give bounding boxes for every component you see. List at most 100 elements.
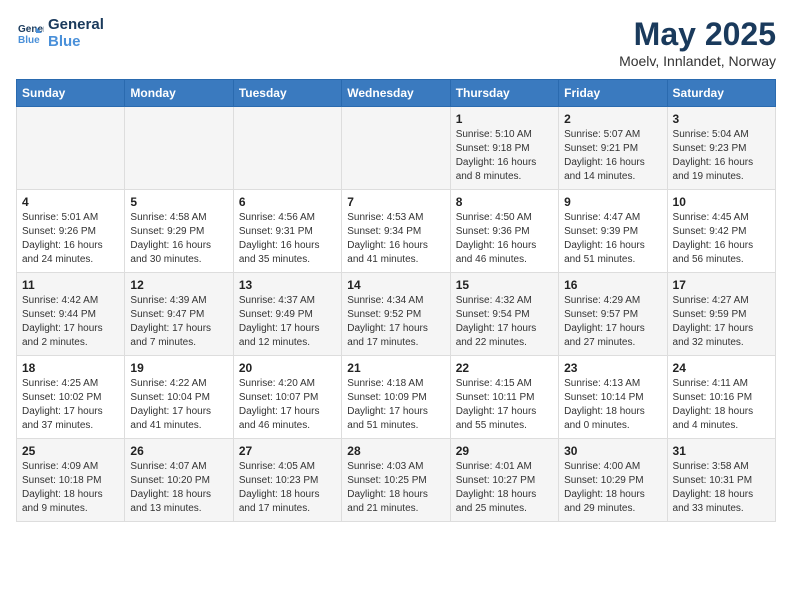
- day-number: 6: [239, 195, 336, 209]
- calendar-cell: [233, 107, 341, 190]
- calendar-cell: 1 Sunrise: 5:10 AM Sunset: 9:18 PM Daylig…: [450, 107, 558, 190]
- logo-blue: Blue: [48, 33, 104, 50]
- day-content: Sunrise: 4:13 AM Sunset: 10:14 PM Daylig…: [564, 377, 661, 433]
- weekday-header: Tuesday: [233, 80, 341, 107]
- calendar-cell: 27Sunrise: 4:05 AM Sunset: 10:23 PM Dayl…: [233, 439, 341, 522]
- calendar-week-row: 25 Sunrise: 4:09 AM Sunset: 10:18 PM Dayl…: [17, 439, 776, 522]
- svg-text:General: General: [18, 24, 44, 35]
- day-number: 10: [673, 195, 770, 209]
- day-content: Sunrise: 4:15 AM Sunset: 10:11 PM Daylig…: [456, 377, 553, 433]
- calendar-cell: 15 Sunrise: 4:32 AM Sunset: 9:54 PM Dayli…: [450, 273, 558, 356]
- calendar-cell: 21 Sunrise: 4:18 AM Sunset: 10:09 PM Dayl…: [342, 356, 450, 439]
- day-number: 21: [347, 361, 444, 375]
- day-number: 30: [564, 444, 661, 458]
- day-content: Sunrise: 4:01 AM Sunset: 10:27 PM Daylig…: [456, 460, 553, 516]
- day-content: Sunrise: 4:32 AM Sunset: 9:54 PM Dayligh…: [456, 294, 553, 350]
- day-content: Sunrise: 4:20 AM Sunset: 10:07 PM Daylig…: [239, 377, 336, 433]
- calendar-cell: [342, 107, 450, 190]
- calendar-cell: 9 Sunrise: 4:47 AM Sunset: 9:39 PM Daylig…: [559, 190, 667, 273]
- weekday-header: Wednesday: [342, 80, 450, 107]
- day-content: Sunrise: 3:58 AM Sunset: 10:31 PM Daylig…: [673, 460, 770, 516]
- calendar-week-row: 4Sunrise: 5:01 AM Sunset: 9:26 PM Daylig…: [17, 190, 776, 273]
- calendar-cell: 4Sunrise: 5:01 AM Sunset: 9:26 PM Daylig…: [17, 190, 125, 273]
- day-number: 7: [347, 195, 444, 209]
- calendar-cell: 16 Sunrise: 4:29 AM Sunset: 9:57 PM Dayli…: [559, 273, 667, 356]
- day-number: 27: [239, 444, 336, 458]
- day-content: Sunrise: 4:47 AM Sunset: 9:39 PM Dayligh…: [564, 211, 661, 267]
- day-content: Sunrise: 4:42 AM Sunset: 9:44 PM Dayligh…: [22, 294, 119, 350]
- calendar-cell: 10 Sunrise: 4:45 AM Sunset: 9:42 PM Dayli…: [667, 190, 775, 273]
- day-number: 28: [347, 444, 444, 458]
- location-subtitle: Moelv, Innlandet, Norway: [619, 53, 776, 69]
- day-number: 9: [564, 195, 661, 209]
- day-number: 2: [564, 112, 661, 126]
- calendar-week-row: 11 Sunrise: 4:42 AM Sunset: 9:44 PM Dayli…: [17, 273, 776, 356]
- page-header: General Blue General Blue May 2025 Moelv…: [16, 16, 776, 69]
- day-content: Sunrise: 4:11 AM Sunset: 10:16 PM Daylig…: [673, 377, 770, 433]
- day-number: 26: [130, 444, 227, 458]
- calendar-cell: 26 Sunrise: 4:07 AM Sunset: 10:20 PM Dayl…: [125, 439, 233, 522]
- day-content: Sunrise: 5:07 AM Sunset: 9:21 PM Dayligh…: [564, 128, 661, 184]
- day-number: 12: [130, 278, 227, 292]
- day-number: 24: [673, 361, 770, 375]
- title-block: May 2025 Moelv, Innlandet, Norway: [619, 16, 776, 69]
- day-number: 29: [456, 444, 553, 458]
- weekday-header: Saturday: [667, 80, 775, 107]
- weekday-header: Thursday: [450, 80, 558, 107]
- day-content: Sunrise: 4:29 AM Sunset: 9:57 PM Dayligh…: [564, 294, 661, 350]
- day-content: Sunrise: 4:18 AM Sunset: 10:09 PM Daylig…: [347, 377, 444, 433]
- month-title: May 2025: [619, 16, 776, 53]
- calendar-cell: 2 Sunrise: 5:07 AM Sunset: 9:21 PM Daylig…: [559, 107, 667, 190]
- day-content: Sunrise: 4:50 AM Sunset: 9:36 PM Dayligh…: [456, 211, 553, 267]
- day-number: 17: [673, 278, 770, 292]
- calendar-cell: 8Sunrise: 4:50 AM Sunset: 9:36 PM Daylig…: [450, 190, 558, 273]
- calendar-week-row: 18 Sunrise: 4:25 AM Sunset: 10:02 PM Dayl…: [17, 356, 776, 439]
- calendar-cell: 24 Sunrise: 4:11 AM Sunset: 10:16 PM Dayl…: [667, 356, 775, 439]
- day-content: Sunrise: 5:01 AM Sunset: 9:26 PM Dayligh…: [22, 211, 119, 267]
- day-number: 25: [22, 444, 119, 458]
- calendar-week-row: 1 Sunrise: 5:10 AM Sunset: 9:18 PM Daylig…: [17, 107, 776, 190]
- day-number: 19: [130, 361, 227, 375]
- day-number: 5: [130, 195, 227, 209]
- calendar-cell: 5 Sunrise: 4:58 AM Sunset: 9:29 PM Daylig…: [125, 190, 233, 273]
- calendar-cell: 20Sunrise: 4:20 AM Sunset: 10:07 PM Dayl…: [233, 356, 341, 439]
- day-content: Sunrise: 4:25 AM Sunset: 10:02 PM Daylig…: [22, 377, 119, 433]
- day-number: 18: [22, 361, 119, 375]
- day-content: Sunrise: 4:53 AM Sunset: 9:34 PM Dayligh…: [347, 211, 444, 267]
- day-number: 1: [456, 112, 553, 126]
- calendar-cell: 17 Sunrise: 4:27 AM Sunset: 9:59 PM Dayli…: [667, 273, 775, 356]
- day-number: 15: [456, 278, 553, 292]
- calendar-cell: 25 Sunrise: 4:09 AM Sunset: 10:18 PM Dayl…: [17, 439, 125, 522]
- calendar-cell: 11 Sunrise: 4:42 AM Sunset: 9:44 PM Dayli…: [17, 273, 125, 356]
- calendar-cell: 18 Sunrise: 4:25 AM Sunset: 10:02 PM Dayl…: [17, 356, 125, 439]
- day-number: 11: [22, 278, 119, 292]
- calendar-header-row: SundayMondayTuesdayWednesdayThursdayFrid…: [17, 80, 776, 107]
- day-content: Sunrise: 4:27 AM Sunset: 9:59 PM Dayligh…: [673, 294, 770, 350]
- day-number: 22: [456, 361, 553, 375]
- day-content: Sunrise: 4:22 AM Sunset: 10:04 PM Daylig…: [130, 377, 227, 433]
- day-content: Sunrise: 4:07 AM Sunset: 10:20 PM Daylig…: [130, 460, 227, 516]
- calendar-cell: 28Sunrise: 4:03 AM Sunset: 10:25 PM Dayl…: [342, 439, 450, 522]
- calendar-cell: 19 Sunrise: 4:22 AM Sunset: 10:04 PM Dayl…: [125, 356, 233, 439]
- day-number: 23: [564, 361, 661, 375]
- logo-icon: General Blue: [16, 19, 44, 47]
- day-content: Sunrise: 5:10 AM Sunset: 9:18 PM Dayligh…: [456, 128, 553, 184]
- day-number: 16: [564, 278, 661, 292]
- calendar-cell: 7 Sunrise: 4:53 AM Sunset: 9:34 PM Daylig…: [342, 190, 450, 273]
- weekday-header: Friday: [559, 80, 667, 107]
- calendar-cell: 12Sunrise: 4:39 AM Sunset: 9:47 PM Dayli…: [125, 273, 233, 356]
- calendar-cell: 6Sunrise: 4:56 AM Sunset: 9:31 PM Daylig…: [233, 190, 341, 273]
- day-content: Sunrise: 4:34 AM Sunset: 9:52 PM Dayligh…: [347, 294, 444, 350]
- day-content: Sunrise: 4:45 AM Sunset: 9:42 PM Dayligh…: [673, 211, 770, 267]
- calendar-table: SundayMondayTuesdayWednesdayThursdayFrid…: [16, 79, 776, 522]
- day-content: Sunrise: 4:09 AM Sunset: 10:18 PM Daylig…: [22, 460, 119, 516]
- logo: General Blue General Blue: [16, 16, 104, 51]
- calendar-cell: 3Sunrise: 5:04 AM Sunset: 9:23 PM Daylig…: [667, 107, 775, 190]
- calendar-cell: 13Sunrise: 4:37 AM Sunset: 9:49 PM Dayli…: [233, 273, 341, 356]
- day-number: 14: [347, 278, 444, 292]
- weekday-header: Monday: [125, 80, 233, 107]
- day-content: Sunrise: 4:00 AM Sunset: 10:29 PM Daylig…: [564, 460, 661, 516]
- day-number: 3: [673, 112, 770, 126]
- calendar-cell: 14 Sunrise: 4:34 AM Sunset: 9:52 PM Dayli…: [342, 273, 450, 356]
- day-content: Sunrise: 4:58 AM Sunset: 9:29 PM Dayligh…: [130, 211, 227, 267]
